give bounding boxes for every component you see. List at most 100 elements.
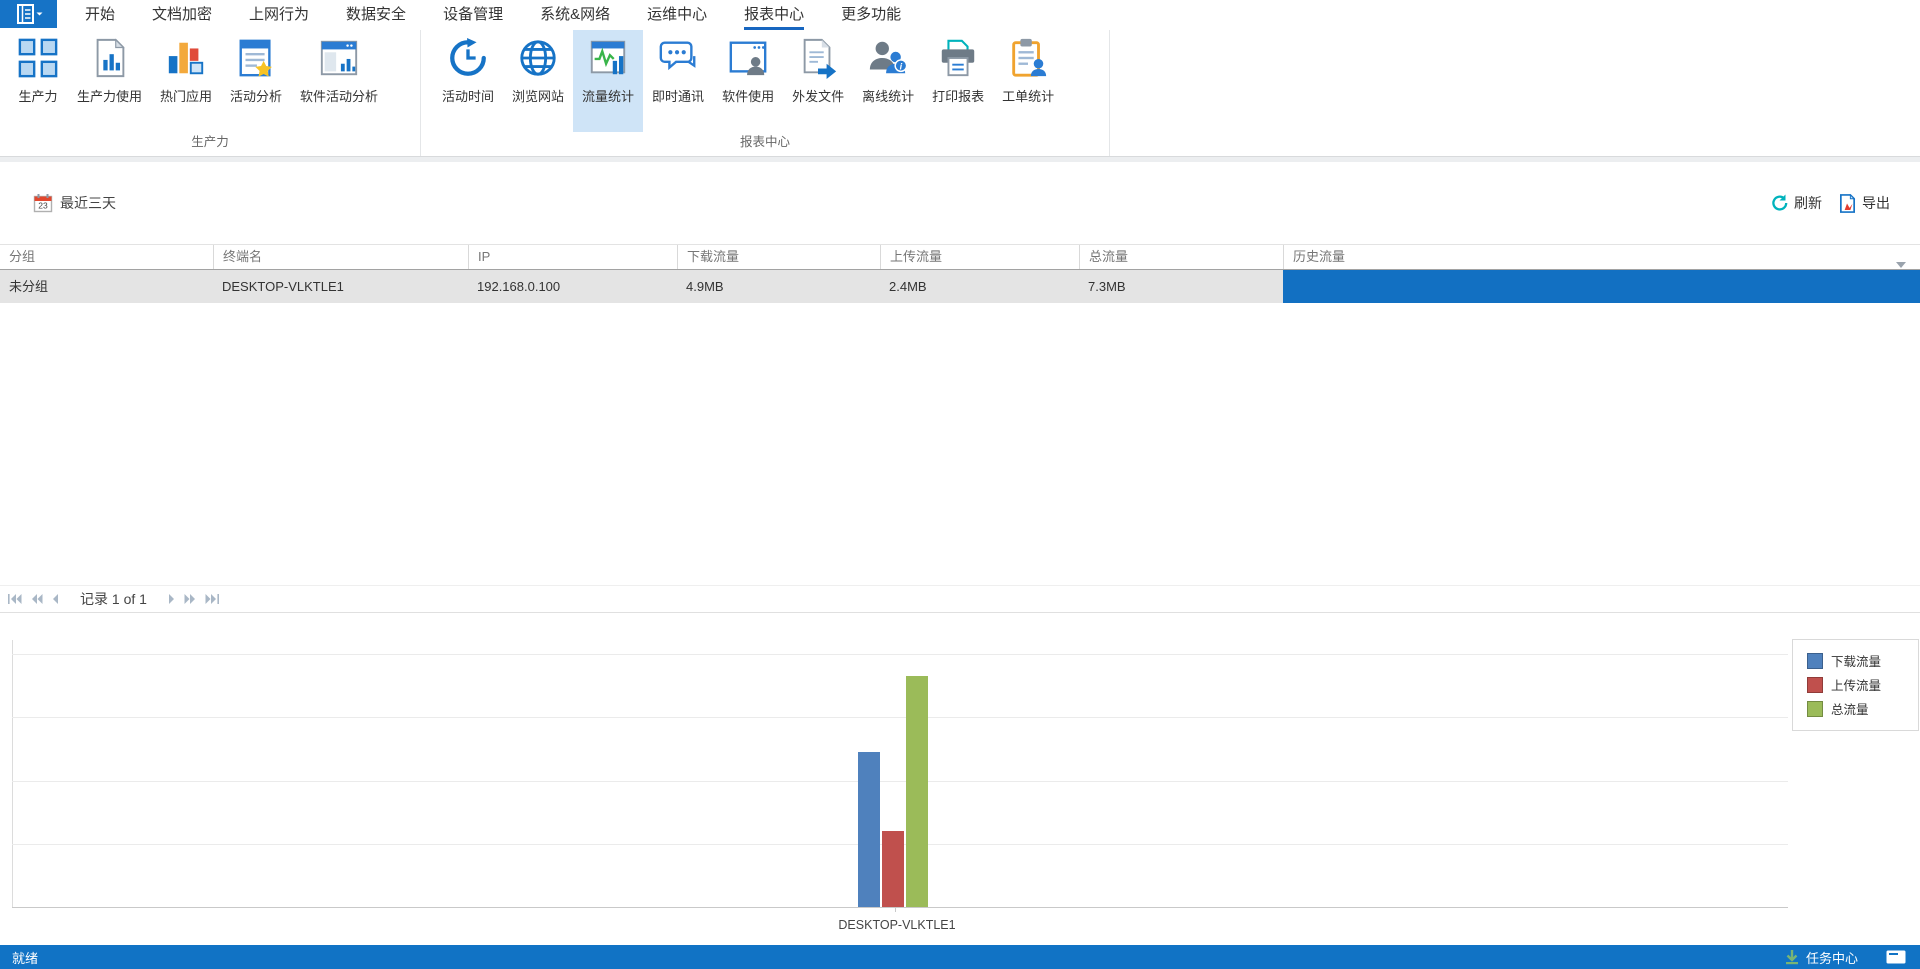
column-header-ip[interactable]: IP xyxy=(468,245,677,269)
tab-report-center[interactable]: 报表中心 xyxy=(744,0,805,30)
ribbon-button-instant-messaging[interactable]: 即时通讯 xyxy=(643,30,713,132)
legend-entry-total: 总流量 xyxy=(1807,699,1918,718)
chat-bubbles-icon xyxy=(659,41,696,71)
tab-ops-center[interactable]: 运维中心 xyxy=(647,0,707,30)
chart-category-label: DESKTOP-VLKTLE1 xyxy=(838,918,956,932)
column-header-group[interactable]: 分组 xyxy=(0,245,213,269)
ribbon-button-software-usage[interactable]: 软件使用 xyxy=(713,30,783,132)
ribbon-button-productivity-usage[interactable]: 生产力使用 xyxy=(68,30,151,132)
tab-doc-encryption[interactable]: 文档加密 xyxy=(152,0,212,30)
menu-tabs: 开始 文档加密 上网行为 数据安全 设备管理 系统&网络 运维中心 报表中心 更… xyxy=(85,0,901,30)
tab-data-security[interactable]: 数据安全 xyxy=(346,0,406,30)
app-menu-button[interactable] xyxy=(0,0,57,28)
chart-x-tick xyxy=(895,907,896,912)
ribbon-group-label-report-center: 报表中心 xyxy=(739,135,790,149)
tray-window-icon[interactable] xyxy=(1886,950,1906,964)
ribbon-button-work-order-statistics[interactable]: 工单统计 xyxy=(993,30,1063,132)
app-window: 开始 文档加密 上网行为 数据安全 设备管理 系统&网络 运维中心 报表中心 更… xyxy=(0,0,1920,969)
app-menu-icon xyxy=(16,4,42,24)
window-user-icon xyxy=(729,41,767,76)
download-arrow-icon xyxy=(1785,950,1798,965)
column-chooser-dropdown-icon[interactable] xyxy=(1896,255,1906,273)
ribbon-button-hot-apps[interactable]: 热门应用 xyxy=(151,30,221,132)
status-ready-label: 就绪 xyxy=(12,950,39,966)
window-stats-icon xyxy=(320,40,358,76)
column-header-terminal[interactable]: 终端名 xyxy=(213,245,468,269)
chart-y-axis xyxy=(12,640,13,907)
ribbon-button-browse-websites[interactable]: 浏览网站 xyxy=(503,30,573,132)
table-header: 分组 终端名 IP 下载流量 上传流量 总流量 历史流量 xyxy=(0,244,1920,270)
cell-total: 7.3MB xyxy=(1088,279,1126,294)
tab-more-features[interactable]: 更多功能 xyxy=(841,0,901,30)
ribbon-button-offline-statistics[interactable]: i 离线统计 xyxy=(853,30,923,132)
date-range-label: 最近三天 xyxy=(60,195,116,211)
calendar-icon: 23 xyxy=(33,194,53,213)
tab-start[interactable]: 开始 xyxy=(85,0,115,30)
last-page-button[interactable] xyxy=(205,594,219,604)
svg-text:23: 23 xyxy=(38,201,48,211)
first-page-button[interactable] xyxy=(8,594,22,604)
column-header-download[interactable]: 下载流量 xyxy=(677,245,880,269)
column-header-upload[interactable]: 上传流量 xyxy=(880,245,1079,269)
printer-icon xyxy=(941,39,975,77)
productivity-grid-icon xyxy=(18,38,58,78)
prev-jump-button[interactable] xyxy=(31,594,43,604)
chart-x-axis xyxy=(12,907,1788,908)
bar-upload xyxy=(882,831,904,907)
ribbon-group-label-productivity: 生产力 xyxy=(191,135,229,149)
refresh-button[interactable]: 刷新 xyxy=(1771,193,1822,213)
chart-legend: 下载流量 上传流量 总流量 xyxy=(1792,639,1919,731)
export-button[interactable]: 导出 xyxy=(1838,193,1890,213)
traffic-table: 分组 终端名 IP 下载流量 上传流量 总流量 历史流量 未分组 DESKTOP… xyxy=(0,244,1920,303)
history-bar xyxy=(1283,270,1920,303)
legend-entry-download: 下载流量 xyxy=(1807,651,1918,670)
ribbon-button-print-reports[interactable]: 打印报表 xyxy=(923,30,993,132)
ribbon-button-outgoing-files[interactable]: 外发文件 xyxy=(783,30,853,132)
tab-system-network[interactable]: 系统&网络 xyxy=(540,0,610,30)
prev-page-button[interactable] xyxy=(52,594,59,604)
tab-device-management[interactable]: 设备管理 xyxy=(443,0,503,30)
menu-bar: 开始 文档加密 上网行为 数据安全 设备管理 系统&网络 运维中心 报表中心 更… xyxy=(0,0,1920,30)
table-row[interactable]: 未分组 DESKTOP-VLKTLE1 192.168.0.100 4.9MB … xyxy=(0,270,1920,303)
column-header-total[interactable]: 总流量 xyxy=(1079,245,1283,269)
offline-user-icon: i xyxy=(869,41,908,74)
next-page-button[interactable] xyxy=(168,594,175,604)
export-icon xyxy=(1839,193,1856,213)
status-bar-right: 任务中心 xyxy=(1784,948,1906,967)
tab-web-behavior[interactable]: 上网行为 xyxy=(249,0,309,30)
cell-upload: 2.4MB xyxy=(889,279,927,294)
starred-report-icon xyxy=(239,39,272,77)
column-header-history[interactable]: 历史流量 xyxy=(1283,245,1920,269)
ribbon-button-activity-analysis[interactable]: 活动分析 xyxy=(221,30,291,132)
chart-bars xyxy=(858,654,938,907)
cell-history xyxy=(1283,270,1920,303)
legend-entry-upload: 上传流量 xyxy=(1807,675,1918,694)
ribbon: 生产力 生产力使用 热门应用 活动分析 软件活动分析 生产力 活动时间 浏览网站… xyxy=(0,30,1920,156)
ribbon-group-productivity: 生产力 生产力使用 热门应用 活动分析 软件活动分析 生产力 xyxy=(0,30,421,156)
record-count-label: 记录 1 of 1 xyxy=(80,591,147,607)
bar-download xyxy=(858,752,880,907)
legend-swatch-upload xyxy=(1807,676,1823,693)
legend-swatch-total xyxy=(1807,700,1823,717)
ribbon-group-report-center: 活动时间 浏览网站 流量统计 即时通讯 软件使用 外发文件 i 离线统计 打印报… xyxy=(421,30,1110,156)
cell-group: 未分组 xyxy=(9,279,49,294)
refresh-icon xyxy=(1772,194,1788,211)
report-document-icon xyxy=(96,38,125,78)
traffic-monitor-icon xyxy=(590,40,626,75)
ribbon-button-productivity[interactable]: 生产力 xyxy=(8,30,68,132)
outgoing-file-icon xyxy=(803,38,837,79)
cell-terminal: DESKTOP-VLKTLE1 xyxy=(222,279,344,294)
legend-swatch-download xyxy=(1807,652,1823,669)
task-center-button[interactable]: 任务中心 xyxy=(1784,948,1858,967)
bar-chart-icon xyxy=(168,42,204,75)
ribbon-button-software-activity-analysis[interactable]: 软件活动分析 xyxy=(291,30,387,132)
pagination-bar: 记录 1 of 1 xyxy=(0,585,1920,613)
traffic-bar-chart: DESKTOP-VLKTLE1 下载流量 上传流量 总流量 xyxy=(0,613,1920,945)
ribbon-button-traffic-statistics[interactable]: 流量统计 xyxy=(573,30,644,132)
bar-total xyxy=(906,676,928,907)
cell-download: 4.9MB xyxy=(686,279,724,294)
date-range-filter[interactable]: 23 最近三天 xyxy=(33,193,116,213)
next-jump-button[interactable] xyxy=(184,594,196,604)
toolbar-actions: 刷新 导出 xyxy=(1771,193,1890,213)
ribbon-button-activity-time[interactable]: 活动时间 xyxy=(433,30,503,132)
